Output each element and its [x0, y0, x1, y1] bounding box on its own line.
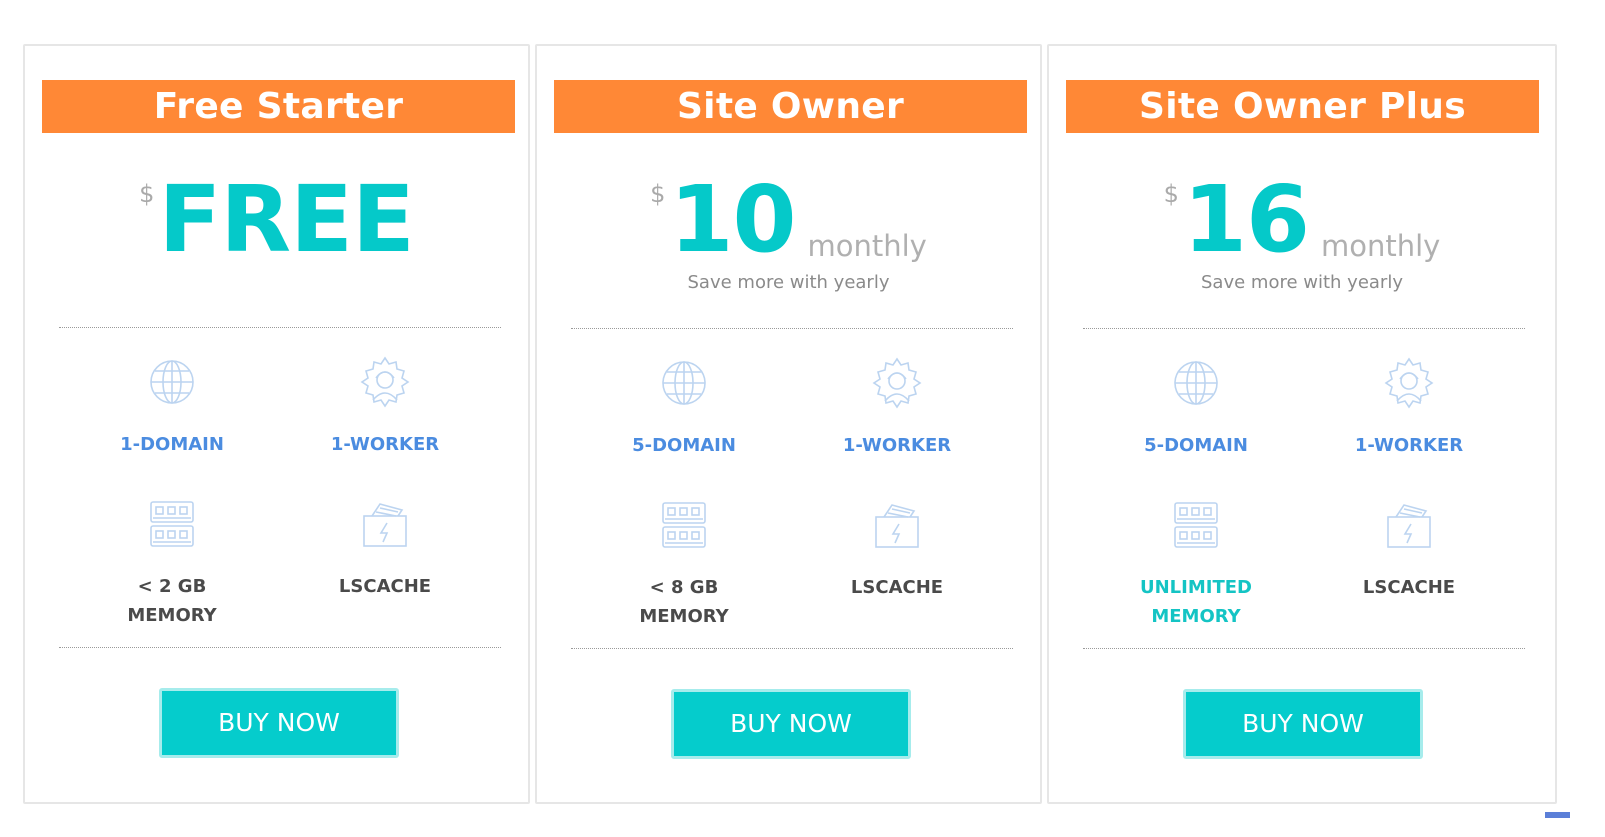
currency-symbol: $ — [139, 180, 155, 208]
feature-worker-label: 1-WORKER — [1354, 435, 1464, 456]
price-amount: FREE — [158, 166, 414, 273]
buy-now-button[interactable]: BUY NOW — [159, 688, 399, 758]
memory-amount: < 8 GB — [649, 577, 719, 598]
lscache-icon — [1387, 504, 1431, 548]
memory-module-icon — [1174, 502, 1218, 548]
lscache-icon — [363, 503, 407, 547]
feature-worker-label: 1-WORKER — [330, 434, 440, 455]
feature-cache: LSCACHE — [1309, 499, 1509, 602]
price: $FREE — [25, 174, 528, 266]
globe-icon — [1174, 361, 1218, 405]
feature-domain-label: 1-DOMAIN — [120, 434, 224, 455]
feature-cache-label: LSCACHE — [850, 577, 944, 598]
feature-memory-label: < 8 GB MEMORY — [584, 573, 784, 631]
feature-worker: 1-WORKER — [797, 357, 997, 460]
buy-now-button[interactable]: BUY NOW — [1183, 689, 1423, 759]
feature-domain-label: 5-DOMAIN — [632, 435, 736, 456]
price-period: monthly — [807, 229, 927, 263]
globe-icon — [150, 360, 194, 404]
divider — [1083, 648, 1525, 649]
feature-domain: 1-DOMAIN — [72, 356, 272, 459]
buy-now-button[interactable]: BUY NOW — [671, 689, 911, 759]
plan-title: Site Owner — [554, 80, 1027, 133]
price-amount: 16 — [1182, 166, 1310, 273]
plan-card-free-starter: Free Starter $FREE 1-DOMAIN 1-WORKER < 2… — [23, 44, 530, 804]
plan-card-site-owner-plus: Site Owner Plus $16 monthly Save more wit… — [1047, 44, 1557, 804]
corner-widget-edge[interactable] — [1545, 812, 1570, 818]
divider — [571, 328, 1013, 329]
worker-gear-icon — [360, 356, 410, 408]
feature-cache: LSCACHE — [285, 498, 485, 601]
globe-icon — [662, 361, 706, 405]
feature-cache-label: LSCACHE — [1362, 577, 1456, 598]
feature-domain: 5-DOMAIN — [584, 357, 784, 460]
memory-module-icon — [662, 502, 706, 548]
pricing-table: Free Starter $FREE 1-DOMAIN 1-WORKER < 2… — [23, 44, 1557, 804]
feature-domain: 5-DOMAIN — [1096, 357, 1296, 460]
yearly-savings-note: Save more with yearly — [1201, 272, 1403, 293]
feature-memory-label: < 2 GB MEMORY — [72, 572, 272, 630]
divider — [1083, 328, 1525, 329]
plan-title: Free Starter — [42, 80, 515, 133]
plan-card-site-owner: Site Owner $10 monthly Save more with yea… — [535, 44, 1042, 804]
price: $10 monthly — [537, 174, 1040, 266]
currency-symbol: $ — [650, 180, 666, 208]
feature-cache: LSCACHE — [797, 499, 997, 602]
divider — [59, 327, 501, 328]
feature-memory: UNLIMITED MEMORY — [1096, 499, 1296, 631]
plan-title: Site Owner Plus — [1066, 80, 1539, 133]
memory-amount: < 2 GB — [137, 576, 207, 597]
feature-memory: < 2 GB MEMORY — [72, 498, 272, 630]
currency-symbol: $ — [1163, 180, 1179, 208]
feature-worker: 1-WORKER — [285, 356, 485, 459]
feature-memory-label: UNLIMITED MEMORY — [1096, 573, 1296, 631]
price-period: monthly — [1320, 229, 1441, 263]
feature-domain-label: 5-DOMAIN — [1144, 435, 1248, 456]
lscache-icon — [875, 504, 919, 548]
price-amount: 10 — [669, 166, 796, 273]
feature-worker-label: 1-WORKER — [842, 435, 952, 456]
divider — [571, 648, 1013, 649]
worker-gear-icon — [872, 357, 922, 409]
divider — [59, 647, 501, 648]
price: $16 monthly — [1049, 174, 1555, 266]
worker-gear-icon — [1384, 357, 1434, 409]
memory-module-icon — [150, 501, 194, 547]
memory-word: MEMORY — [639, 606, 729, 627]
feature-memory: < 8 GB MEMORY — [584, 499, 784, 631]
feature-worker: 1-WORKER — [1309, 357, 1509, 460]
yearly-savings-note: Save more with yearly — [687, 272, 890, 293]
feature-cache-label: LSCACHE — [338, 576, 432, 597]
memory-word: MEMORY — [127, 605, 217, 626]
memory-word: MEMORY — [1151, 606, 1241, 627]
memory-amount: UNLIMITED — [1140, 577, 1252, 598]
